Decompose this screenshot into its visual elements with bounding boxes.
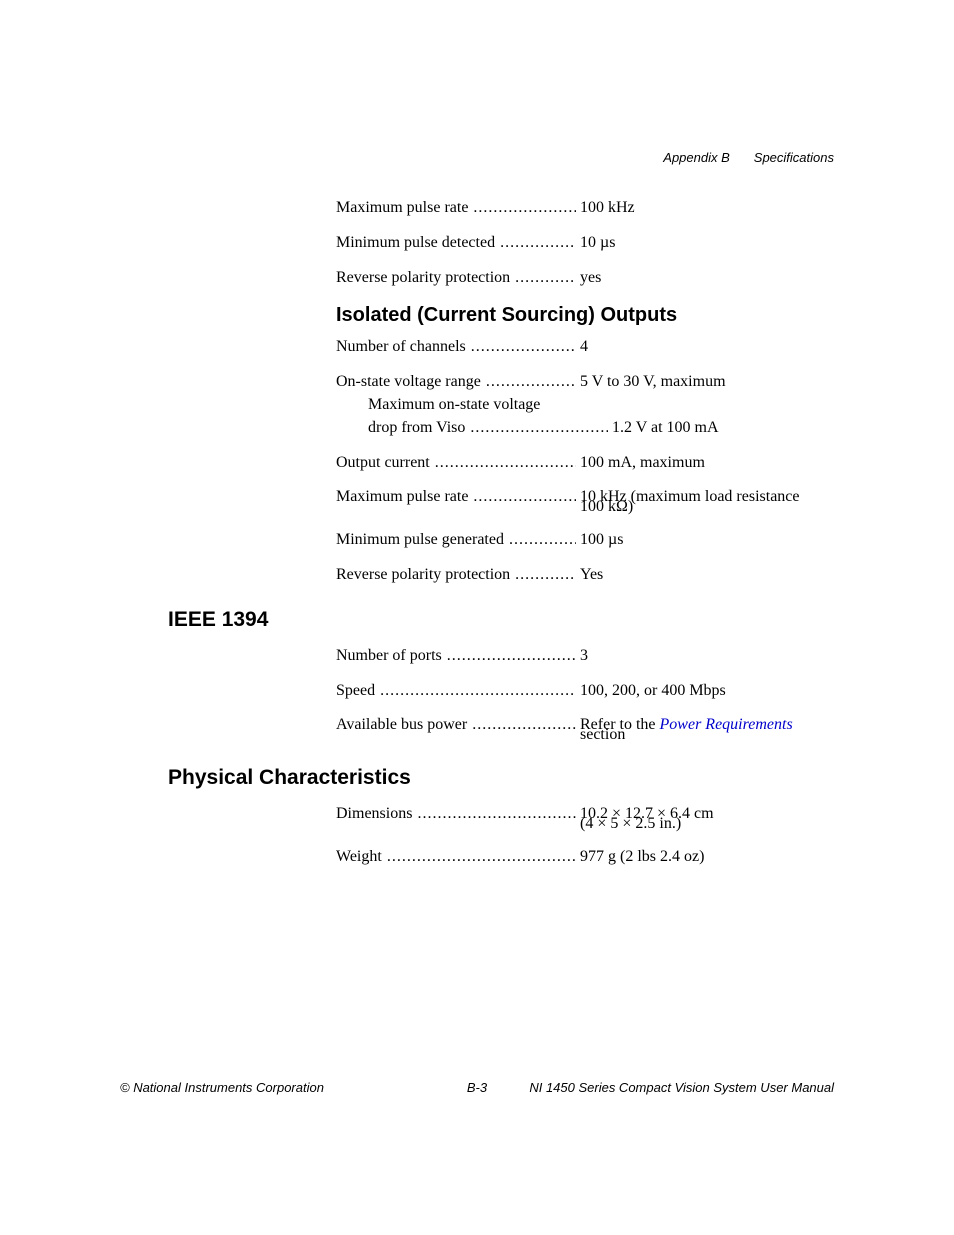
power-requirements-link[interactable]: Power Requirements: [660, 716, 793, 733]
header-right: Specifications: [754, 150, 834, 165]
spec-label: Number of ports: [336, 646, 576, 667]
subheading-isolated-outputs: Isolated (Current Sourcing) Outputs: [336, 304, 840, 327]
spec-value: 10 µs: [576, 233, 840, 254]
spec-label: On-state voltage range: [336, 372, 576, 393]
spec-value: 4: [576, 337, 840, 358]
spec-label: Maximum pulse rate: [336, 198, 576, 219]
spec-row: Reverse polarity protection Yes: [336, 565, 840, 586]
spec-row: Reverse polarity protection yes: [336, 268, 840, 289]
spec-value: 977 g (2 lbs 2.4 oz): [576, 847, 840, 868]
top-specs: Maximum pulse rate 100 kHz Minimum pulse…: [336, 198, 840, 288]
spec-label: Reverse polarity protection: [336, 565, 576, 586]
running-header: Appendix B Specifications: [663, 150, 834, 165]
spec-row: Weight 977 g (2 lbs 2.4 oz): [336, 847, 840, 868]
ieee-specs: Number of ports 3 Speed 100, 200, or 400…: [336, 646, 840, 744]
spec-label: Output current: [336, 453, 576, 474]
spec-label: Maximum on-state voltage: [336, 395, 608, 416]
spec-value: Yes: [576, 565, 840, 586]
spec-value: 100 µs: [576, 530, 840, 551]
spec-label: Weight: [336, 847, 576, 868]
section-heading-ieee1394: IEEE 1394: [168, 608, 840, 632]
spec-label: Dimensions: [336, 804, 576, 825]
spec-row: Minimum pulse detected 10 µs: [336, 233, 840, 254]
footer-center: B-3: [120, 1080, 834, 1095]
spec-value: 1.2 V at 100 mA: [608, 418, 840, 439]
spec-label: Speed: [336, 681, 576, 702]
spec-row: Number of channels 4: [336, 337, 840, 358]
spec-value: 5 V to 30 V, maximum: [576, 372, 840, 393]
spec-row: Maximum pulse rate 100 kHz: [336, 198, 840, 219]
spec-row: Output current 100 mA, maximum: [336, 453, 840, 474]
spec-value: yes: [576, 268, 840, 289]
page: Appendix B Specifications Maximum pulse r…: [0, 0, 954, 1235]
spec-label: Minimum pulse detected: [336, 233, 576, 254]
content: Maximum pulse rate 100 kHz Minimum pulse…: [168, 198, 840, 882]
physical-specs: Dimensions 10.2 × 12.7 × 6.4 cm (4 × 5 ×…: [336, 804, 840, 868]
spec-value: 100 mA, maximum: [576, 453, 840, 474]
isolated-specs: Number of channels 4 On-state voltage ra…: [336, 337, 840, 585]
spec-label: Minimum pulse generated: [336, 530, 576, 551]
spec-label: drop from Viso: [336, 418, 608, 439]
section-heading-physical: Physical Characteristics: [168, 766, 840, 790]
page-footer: © National Instruments Corporation B-3 N…: [120, 1080, 834, 1095]
spec-row: drop from Viso 1.2 V at 100 mA: [336, 418, 840, 439]
spec-value: 100, 200, or 400 Mbps: [576, 681, 840, 702]
spec-row: Speed 100, 200, or 400 Mbps: [336, 681, 840, 702]
spec-label: Reverse polarity protection: [336, 268, 576, 289]
spec-label: Number of channels: [336, 337, 576, 358]
spec-value: 3: [576, 646, 840, 667]
spec-row: Maximum on-state voltage: [336, 395, 840, 416]
spec-value: 100 kHz: [576, 198, 840, 219]
spec-row: On-state voltage range 5 V to 30 V, maxi…: [336, 372, 840, 393]
header-left: Appendix B: [663, 150, 730, 165]
spec-label: Maximum pulse rate: [336, 487, 576, 508]
spec-label: Available bus power: [336, 715, 576, 736]
spec-row: Minimum pulse generated 100 µs: [336, 530, 840, 551]
spec-row: Number of ports 3: [336, 646, 840, 667]
